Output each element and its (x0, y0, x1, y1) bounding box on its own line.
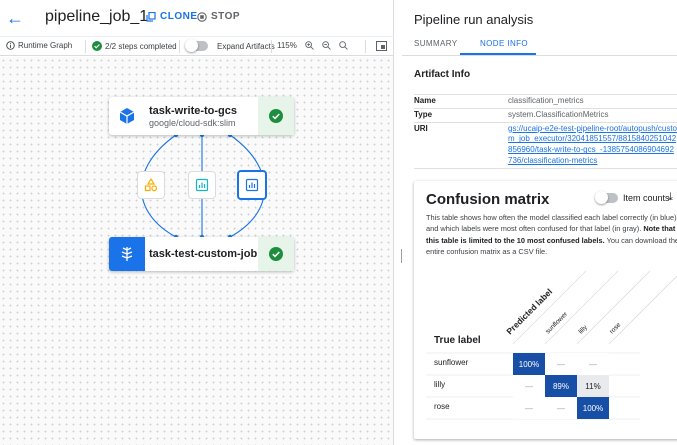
stop-icon (197, 11, 207, 22)
matrix-cell: 100% (513, 353, 545, 375)
zoom-level: 115% (277, 41, 297, 50)
graph-header: ← pipeline_job_1 CLONE STOP (0, 0, 394, 36)
check-circle-icon (269, 247, 283, 261)
tab-summary[interactable]: SUMMARY (414, 39, 458, 48)
col-header-rose: rose (608, 321, 622, 335)
zoom-out-icon[interactable] (322, 41, 331, 50)
classification-metrics-icon (245, 178, 259, 192)
clone-button[interactable]: CLONE (146, 11, 198, 22)
zoom-in-icon[interactable] (305, 41, 314, 50)
clone-label: CLONE (160, 11, 198, 22)
artifact-metrics[interactable] (188, 171, 216, 199)
zoom-reset-icon[interactable] (339, 41, 348, 50)
back-arrow-icon[interactable]: ← (4, 7, 26, 29)
artifact-dataset[interactable] (137, 171, 165, 199)
node-image: google/cloud-sdk:slim (149, 117, 236, 128)
confusion-matrix-card: Confusion matrix Item counts ⤓ This tabl… (414, 181, 677, 439)
graph-canvas[interactable]: task-write-to-gcs google/cloud-sdk:slim … (0, 57, 393, 445)
runtime-graph-label: Runtime Graph (18, 41, 73, 50)
info-row-type: Type system.ClassificationMetrics (414, 109, 677, 123)
pipeline-graph-pane: ← pipeline_job_1 CLONE STOP Runtime Grap… (0, 0, 394, 445)
matrix-cell: 89% (545, 375, 577, 397)
true-label-header: True label (434, 335, 481, 346)
row-label-rose: rose (434, 402, 450, 411)
active-tab-indicator (460, 53, 536, 55)
row-label-sunflower: sunflower (434, 358, 469, 367)
matrix-cell: — (577, 353, 609, 375)
steps-status: 2/2 steps completed (92, 41, 177, 51)
uri-link[interactable]: gs://ucaip-e2e-test-pipeline-root/autopu… (508, 124, 677, 167)
metrics-icon (195, 178, 209, 192)
node-name: task-test-custom-job (149, 248, 258, 260)
row-label-lilly: lilly (434, 380, 446, 389)
expand-artifacts-switch[interactable] (185, 39, 208, 52)
info-row-uri: URI gs://ucaip-e2e-test-pipeline-root/au… (414, 123, 677, 169)
info-row-name: Name classification_metrics (414, 95, 677, 109)
expand-artifacts-label: Expand Artifacts (217, 41, 275, 51)
matrix-cell: 100% (577, 397, 609, 419)
check-circle-icon (92, 41, 102, 51)
matrix-cell: — (513, 397, 545, 419)
success-status (258, 237, 294, 271)
expand-artifacts-toggle[interactable]: Expand Artifacts (185, 39, 275, 52)
zoom-controls: 115% (277, 41, 348, 50)
stop-label: STOP (211, 11, 241, 22)
stop-button[interactable]: STOP (197, 11, 240, 22)
custom-job-icon (109, 237, 145, 271)
info-icon (6, 41, 15, 50)
node-task-write-to-gcs[interactable]: task-write-to-gcs google/cloud-sdk:slim (109, 97, 294, 135)
matrix-cell: — (545, 397, 577, 419)
artifact-info-table: Name classification_metrics Type system.… (414, 94, 677, 169)
matrix-cell: — (513, 375, 545, 397)
steps-completed-label: 2/2 steps completed (105, 41, 177, 51)
success-status (258, 97, 294, 135)
node-name: task-write-to-gcs (149, 104, 238, 117)
panel-tabs: SUMMARY NODE INFO (402, 34, 677, 56)
artifact-classification-metrics[interactable] (237, 170, 267, 200)
clone-icon (146, 11, 156, 22)
matrix-cell: 11% (577, 375, 609, 397)
check-circle-icon (269, 109, 283, 123)
container-icon (109, 97, 145, 135)
runtime-graph-info[interactable]: Runtime Graph (6, 41, 72, 50)
run-analysis-panel: Pipeline run analysis SUMMARY NODE INFO … (402, 0, 677, 445)
dataset-icon (144, 178, 158, 192)
artifact-info-title: Artifact Info (414, 69, 471, 80)
minimap-icon[interactable] (376, 41, 387, 51)
tab-node-info[interactable]: NODE INFO (480, 39, 528, 48)
node-task-test-custom-job[interactable]: task-test-custom-job (109, 237, 294, 271)
panel-title: Pipeline run analysis (414, 12, 534, 27)
graph-toolbar: Runtime Graph 2/2 steps completed Expand… (0, 36, 394, 56)
matrix-cell: — (545, 353, 577, 375)
job-title: pipeline_job_1 (45, 8, 149, 25)
